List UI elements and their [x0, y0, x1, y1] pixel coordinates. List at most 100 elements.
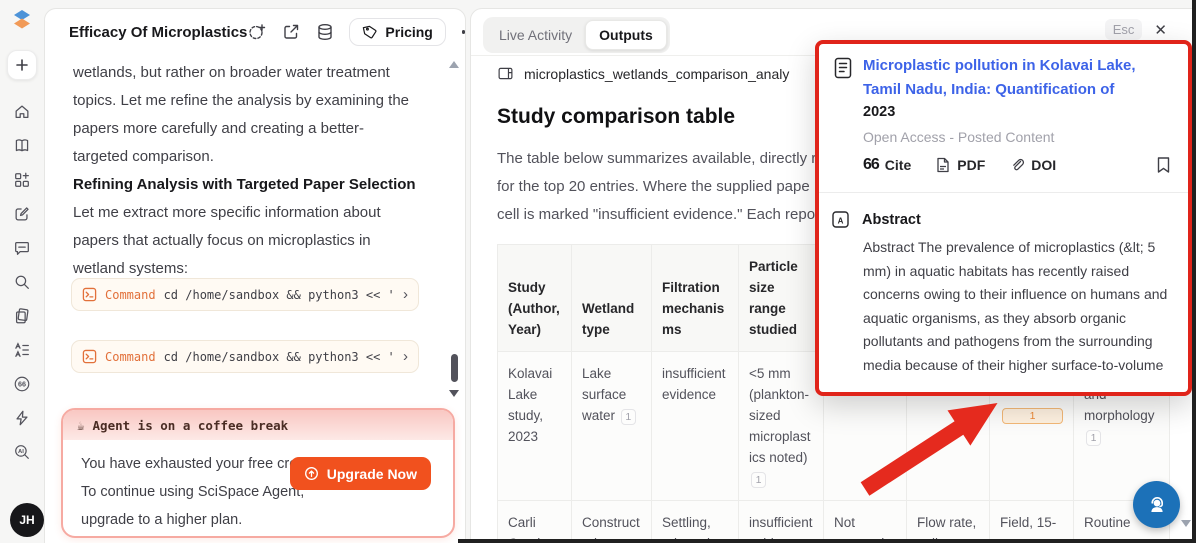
chat-title: Efficacy Of Microplastics: [69, 23, 248, 41]
share-icon[interactable]: [281, 22, 301, 42]
paper-year: 2023: [863, 104, 896, 120]
new-conversation-icon[interactable]: [247, 22, 267, 42]
read-more-link[interactable]: Read More: [1107, 380, 1179, 381]
new-chat-button[interactable]: [7, 50, 37, 80]
bookmark-icon[interactable]: [1155, 156, 1172, 174]
papers-icon[interactable]: [13, 307, 31, 325]
chat-panel: Efficacy Of Microplastics Pricing wetlan…: [44, 8, 466, 543]
banner-title: Agent is on a coffee break: [92, 417, 289, 433]
upgrade-arrow-icon: [304, 467, 318, 480]
highlighted-citation-badge[interactable]: 1: [1002, 408, 1063, 424]
window-edge: [1192, 0, 1196, 543]
lightning-icon[interactable]: [13, 409, 31, 427]
paperclip-icon: [1009, 157, 1025, 173]
terminal-icon: [82, 287, 97, 302]
database-icon[interactable]: [315, 22, 335, 42]
tab-switcher: Live Activity Outputs: [483, 17, 670, 53]
sort-list-icon[interactable]: [13, 341, 31, 359]
quote-icon: 66: [863, 156, 880, 173]
table-cell: Not reported for MP: [823, 500, 907, 542]
output-file-item[interactable]: microplastics_wetlands_comparison_analy: [497, 65, 789, 82]
scrollbar-thumb[interactable]: [451, 354, 458, 382]
table-cell: Carli Creek (Resid: [497, 500, 572, 542]
output-title: Study comparison table: [497, 105, 736, 128]
svg-text:AI: AI: [18, 449, 24, 455]
message-line: papers that actually focus on microplast…: [73, 232, 371, 249]
scroll-down-icon[interactable]: [1181, 520, 1191, 527]
scispace-logo-icon: [11, 8, 33, 30]
message-line: wetlands, but rather on broader water tr…: [73, 64, 390, 81]
command-label: Command: [105, 287, 156, 302]
chevron-right-icon[interactable]: ›: [403, 348, 408, 365]
table-cell: Flow rate, pollutant loading: [906, 500, 990, 542]
scroll-up-icon[interactable]: [449, 61, 459, 68]
library-icon[interactable]: [13, 137, 31, 155]
paper-title-link[interactable]: Microplastic pollution in Kolavai Lake, …: [863, 54, 1174, 102]
output-file-name: microplastics_wetlands_comparison_analy: [524, 65, 790, 82]
more-options-icon[interactable]: [460, 26, 465, 38]
close-icon[interactable]: ✕: [1154, 21, 1167, 39]
cite-button[interactable]: 66 Cite: [863, 156, 911, 174]
column-header: Study (Author, Year): [497, 244, 572, 352]
esc-hint: Esc: [1104, 19, 1143, 40]
message-line: papers more carefully and creating a bet…: [73, 120, 364, 137]
table-cell: Field, 15-acre constructed: [989, 500, 1074, 542]
apps-plus-icon[interactable]: [13, 171, 31, 189]
message-line: topics. Let me refine the analysis by ex…: [73, 92, 410, 109]
sidebar: 66 AI JH: [0, 0, 44, 543]
table-cell: insufficient evidence: [651, 351, 739, 501]
coffee-icon: ☕: [77, 417, 85, 433]
table-cell: insufficient evidence for MP: [738, 500, 824, 542]
ai-search-icon[interactable]: AI: [13, 443, 31, 461]
user-avatar[interactable]: JH: [10, 503, 44, 537]
banner-header: ☕ Agent is on a coffee break: [63, 410, 453, 440]
svg-text:66: 66: [18, 380, 26, 389]
tab-outputs[interactable]: Outputs: [585, 20, 667, 50]
citation-badge[interactable]: 1: [1086, 430, 1101, 446]
pdf-icon: [935, 157, 951, 173]
pdf-button[interactable]: PDF: [935, 157, 985, 173]
column-header: Particle size range studied: [738, 244, 824, 352]
svg-text:A: A: [838, 217, 844, 226]
command-text: cd /home/sandbox && python3 << 'SC…: [163, 349, 395, 364]
doi-button[interactable]: DOI: [1009, 157, 1056, 173]
command-block[interactable]: Command cd /home/sandbox && python3 << '…: [71, 278, 419, 311]
credits-exhausted-banner: ☕ Agent is on a coffee break You have ex…: [61, 408, 455, 538]
paper-icon: [833, 57, 853, 79]
upgrade-now-button[interactable]: Upgrade Now: [289, 457, 431, 490]
table-cell: Constructed wetland: [571, 500, 652, 542]
table-cell: Lake surface water 1: [571, 351, 652, 501]
abstract-heading: Abstract: [862, 211, 921, 228]
command-block[interactable]: Command cd /home/sandbox && python3 << '…: [71, 340, 419, 373]
support-agent-button[interactable]: [1133, 481, 1180, 528]
pricing-button[interactable]: Pricing: [349, 18, 446, 46]
abstract-text: Abstract The prevalence of microplastics…: [863, 236, 1185, 381]
citations-icon[interactable]: 66: [13, 375, 31, 393]
table-row: Carli Creek (Resid Constructed wetland S…: [497, 500, 1170, 542]
chat-icon[interactable]: [13, 239, 31, 257]
citation-badge[interactable]: 1: [620, 409, 636, 425]
search-icon[interactable]: [13, 273, 31, 291]
window-edge: [458, 539, 1196, 543]
column-header: Filtration mechanisms: [651, 244, 739, 352]
command-text: cd /home/sandbox && python3 << 'SC…: [163, 287, 395, 302]
chevron-right-icon[interactable]: ›: [403, 286, 408, 303]
abstract-icon: A: [831, 210, 850, 229]
home-icon[interactable]: [13, 103, 31, 121]
command-label: Command: [105, 349, 156, 364]
assistant-message: wetlands, but rather on broader water tr…: [73, 59, 423, 283]
banner-line: upgrade to a higher plan.: [81, 512, 243, 528]
paper-preview-popup: Microplastic pollution in Kolavai Lake, …: [815, 40, 1192, 396]
table-cell: <5 mm (plankton-sized microplastics note…: [738, 351, 824, 501]
section-heading: Refining Analysis with Targeted Paper Se…: [73, 176, 416, 193]
price-tag-icon: [363, 25, 377, 39]
scroll-down-icon[interactable]: [449, 390, 459, 397]
tab-live-activity[interactable]: Live Activity: [486, 21, 585, 49]
column-header: Wetland type: [571, 244, 652, 352]
compose-icon[interactable]: [13, 205, 31, 223]
citation-badge[interactable]: 1: [751, 472, 766, 488]
divider: [819, 192, 1188, 193]
message-line: Let me extract more specific information…: [73, 204, 381, 221]
table-file-icon: [497, 65, 514, 82]
headset-person-icon: [1150, 496, 1163, 512]
